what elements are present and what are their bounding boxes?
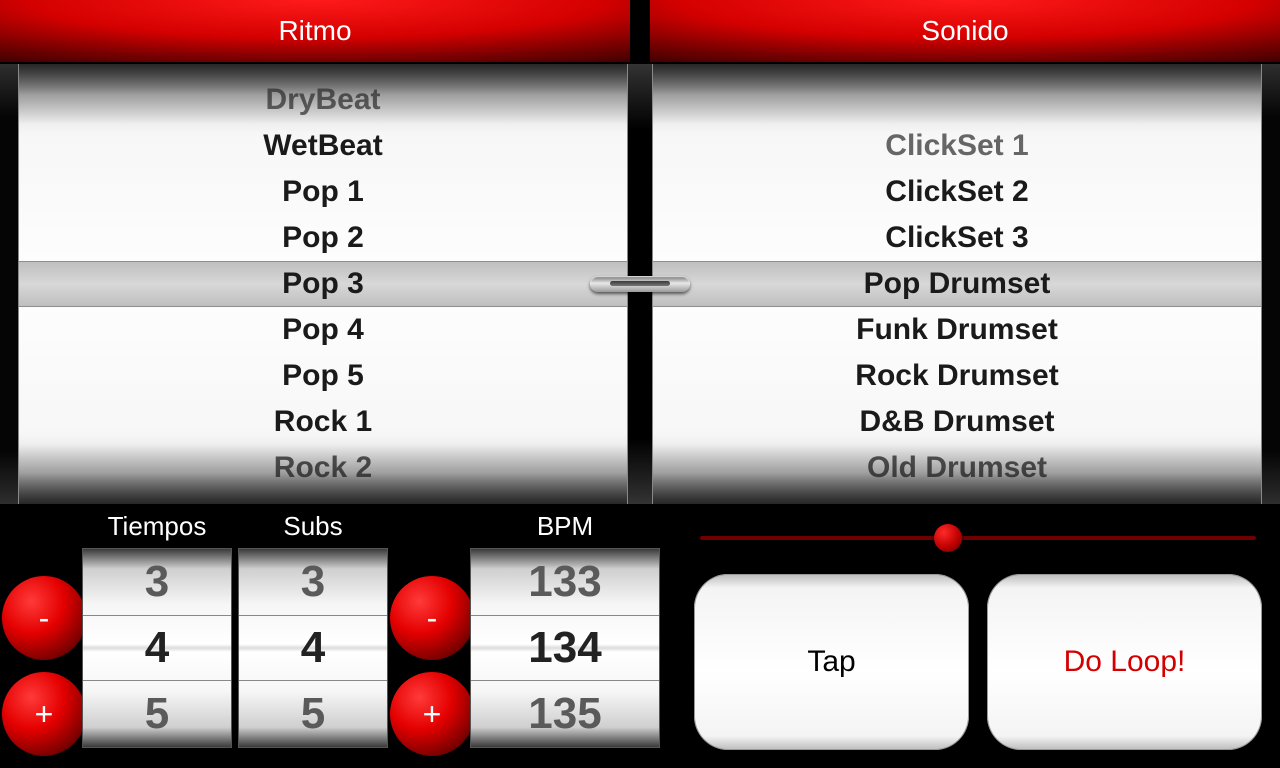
tap-button[interactable]: Tap: [694, 574, 969, 750]
picker-item[interactable]: ClickSet 1: [653, 123, 1261, 169]
tab-rhythm[interactable]: Ritmo: [0, 0, 630, 64]
mini-picker-item[interactable]: 5: [83, 681, 231, 747]
tab-sound[interactable]: Sonido: [650, 0, 1280, 64]
tiempos-label: Tiempos: [82, 504, 232, 548]
picker-item[interactable]: Rock 1: [19, 399, 627, 445]
subs-picker[interactable]: 345: [238, 548, 388, 748]
picker-item[interactable]: ClickSet 3: [653, 215, 1261, 261]
tiempos-picker[interactable]: 345: [82, 548, 232, 748]
bpm-plus-button[interactable]: +: [390, 672, 474, 756]
picker-item[interactable]: D&B Drumset: [653, 399, 1261, 445]
picker-item[interactable]: Pop 4: [19, 307, 627, 353]
picker-item[interactable]: Pop 1: [19, 169, 627, 215]
rhythm-picker[interactable]: DryBeatWetBeatPop 1Pop 2Pop 3Pop 4Pop 5R…: [18, 64, 628, 504]
mini-picker-item[interactable]: 4: [239, 615, 387, 681]
mini-picker-item[interactable]: 3: [83, 549, 231, 615]
picker-item[interactable]: Rock 2: [19, 445, 627, 491]
picker-item[interactable]: WetBeat: [19, 123, 627, 169]
picker-item[interactable]: Funk Drumset: [653, 307, 1261, 353]
mini-picker-item[interactable]: 134: [471, 615, 659, 681]
slider-thumb[interactable]: [934, 524, 962, 552]
bpm-minus-button[interactable]: -: [390, 576, 474, 660]
mini-picker-item[interactable]: 4: [83, 615, 231, 681]
tiempos-minus-button[interactable]: -: [2, 576, 86, 660]
mini-picker-item[interactable]: 3: [239, 549, 387, 615]
picker-item[interactable]: DryBeat: [19, 77, 627, 123]
subs-label: Subs: [238, 504, 388, 548]
tab-divider: [630, 0, 650, 64]
picker-item[interactable]: Pop 3: [19, 261, 627, 307]
mini-picker-item[interactable]: 133: [471, 549, 659, 615]
picker-item[interactable]: ClickSet 2: [653, 169, 1261, 215]
picker-item[interactable]: Pop Drumset: [653, 261, 1261, 307]
wheel-edge-left: [0, 64, 18, 504]
tempo-slider[interactable]: [700, 518, 1256, 558]
picker-item[interactable]: Rock Drumset: [653, 353, 1261, 399]
do-loop-button[interactable]: Do Loop!: [987, 574, 1262, 750]
drag-grip-icon[interactable]: [590, 276, 690, 292]
sound-picker[interactable]: ClickSet 1ClickSet 2ClickSet 3Pop Drumse…: [652, 64, 1262, 504]
tiempos-plus-button[interactable]: +: [2, 672, 86, 756]
picker-item[interactable]: Old Drumset: [653, 445, 1261, 491]
slider-track: [700, 536, 1256, 540]
picker-item[interactable]: Pop 5: [19, 353, 627, 399]
bpm-label: BPM: [470, 504, 660, 548]
mini-picker-item[interactable]: 135: [471, 681, 659, 747]
picker-item[interactable]: Pop 2: [19, 215, 627, 261]
mini-picker-item[interactable]: 5: [239, 681, 387, 747]
bpm-picker[interactable]: 133134135: [470, 548, 660, 748]
wheel-edge-right: [1262, 64, 1280, 504]
